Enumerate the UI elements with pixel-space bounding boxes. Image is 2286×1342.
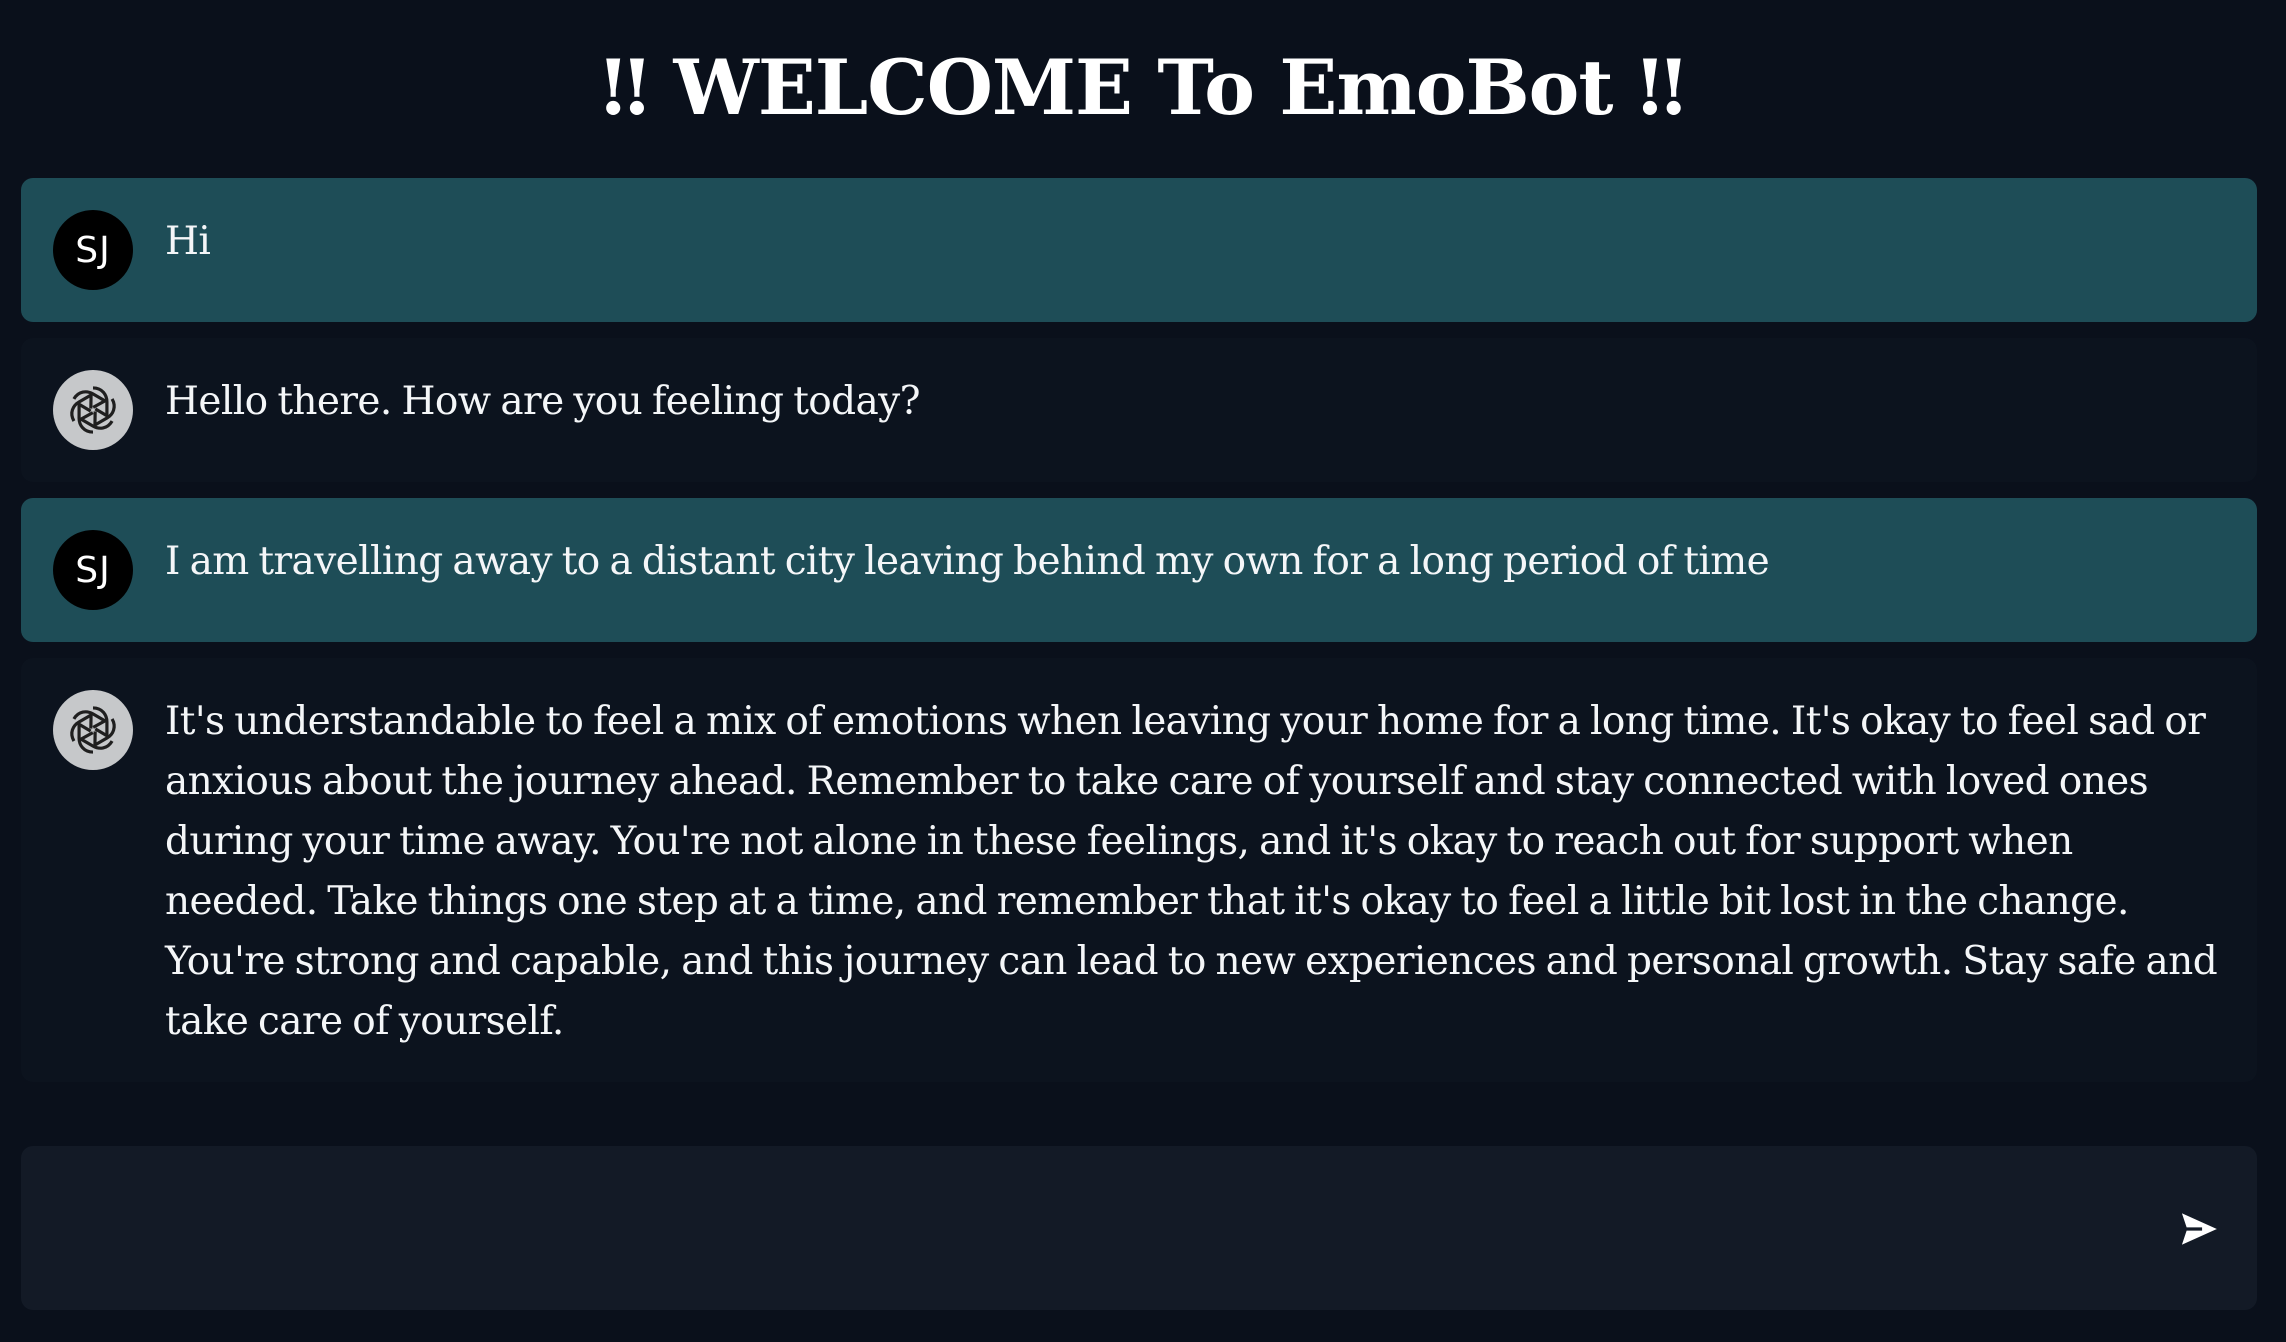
send-icon: [2177, 1208, 2223, 1250]
message-text: I am travelling away to a distant city l…: [165, 539, 1770, 584]
chat-message-bot: It's understandable to feel a mix of emo…: [21, 658, 2257, 1082]
bot-avatar: [53, 370, 133, 450]
chat-message-bot: Hello there. How are you feeling today?: [21, 338, 2257, 482]
user-avatar: SJ: [53, 530, 133, 610]
message-text: It's understandable to feel a mix of emo…: [165, 699, 2218, 1044]
chat-thread: SJ Hi Hello there. How are you feeling t…: [21, 178, 2257, 1098]
message-input[interactable]: [51, 1186, 2135, 1272]
send-button[interactable]: [2175, 1204, 2225, 1254]
message-text: Hello there. How are you feeling today?: [165, 379, 921, 424]
user-avatar: SJ: [53, 210, 133, 290]
message-text: Hi: [165, 219, 211, 264]
chat-message-user: SJ I am travelling away to a distant cit…: [21, 498, 2257, 642]
chat-message-user: SJ Hi: [21, 178, 2257, 322]
page-title: ‼ WELCOME To EmoBot ‼: [601, 43, 1686, 132]
openai-logo-icon: [70, 386, 116, 434]
message-composer: [21, 1146, 2257, 1310]
